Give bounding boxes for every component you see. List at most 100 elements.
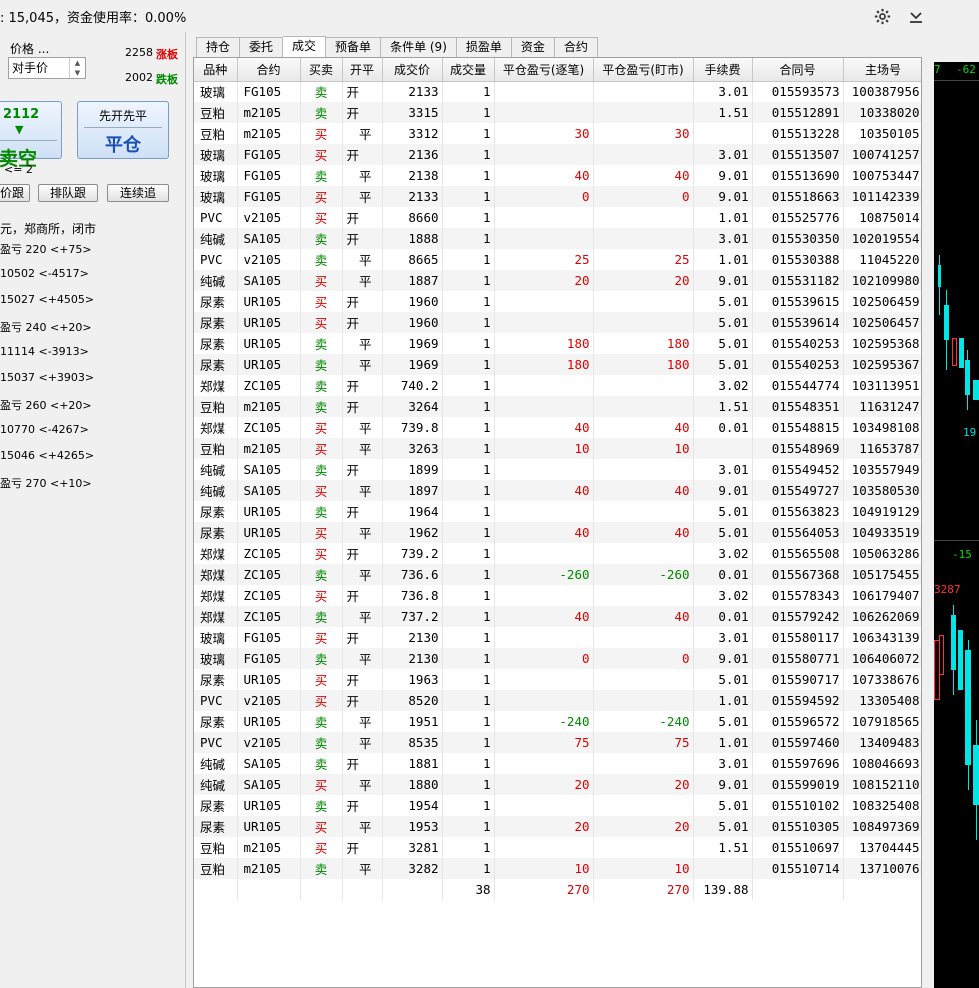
offset-cell: 开: [342, 396, 383, 417]
table-row[interactable]: 豆粕 m2105 卖平 3282 1 10 10 015510714 13710076: [194, 858, 921, 879]
table-row[interactable]: 郑煤 ZC105 卖平 736.6 1 -260 -260 0.01 015567368 1051…: [194, 564, 921, 585]
close-position-button[interactable]: 先开先平 平仓: [77, 101, 169, 159]
table-row[interactable]: 豆粕 m2105 买平 3312 1 30 30 015513228 10350105: [194, 123, 921, 144]
contract-no-cell: 015590717: [752, 669, 844, 690]
column-header[interactable]: 品种: [194, 58, 238, 82]
table-row[interactable]: 郑煤 ZC105 买开 739.2 1 3.02 015565508 105063286: [194, 543, 921, 564]
pnl-log-line: 15027 <+4505>: [0, 293, 95, 306]
exchange-no-cell: 106179407: [843, 585, 921, 606]
close-pnl-trade-cell: [494, 585, 594, 606]
close-pnl-mtm-cell: 40: [593, 165, 694, 186]
volume-cell: 1: [442, 837, 495, 858]
table-row[interactable]: PVC v2105 买开 8520 1 1.01 015594592 13305408: [194, 690, 921, 711]
column-header[interactable]: 合同号: [752, 58, 844, 82]
kline-chart-pane[interactable]: 7 -62 19 -15 / 3287: [934, 20, 979, 988]
table-row[interactable]: 纯碱 SA105 卖开 1899 1 3.01 015549452 103557949: [194, 459, 921, 480]
column-header[interactable]: 成交价: [382, 58, 443, 82]
offset-cell: 平: [342, 816, 383, 837]
table-row[interactable]: 玻璃 FG105 买开 2130 1 3.01 015580117 106343139: [194, 627, 921, 648]
table-row[interactable]: 尿素 UR105 卖开 1964 1 5.01 015563823 104919129: [194, 501, 921, 522]
table-row[interactable]: 豆粕 m2105 买开 3281 1 1.51 015510697 13704445: [194, 837, 921, 858]
price-follow-button[interactable]: 价跟: [0, 184, 30, 202]
close-pnl-trade-cell: [494, 501, 594, 522]
table-row[interactable]: PVC v2105 买开 8660 1 1.01 015525776 10875014: [194, 207, 921, 228]
column-header[interactable]: 平仓盈亏(盯市): [593, 58, 694, 82]
tab-orders[interactable]: 委托: [240, 37, 284, 57]
price-type-select[interactable]: 对手价 ▲ ▼: [8, 57, 86, 79]
close-pnl-trade-cell: [494, 753, 594, 774]
close-pnl-trade-cell: [494, 837, 594, 858]
price-cell: 1953: [382, 816, 443, 837]
table-row[interactable]: 尿素 UR105 买开 1963 1 5.01 015590717 107338676: [194, 669, 921, 690]
candle: [958, 630, 963, 690]
total-cell: 270: [494, 879, 594, 900]
tab-stop-orders[interactable]: 损盈单: [456, 37, 512, 57]
table-row[interactable]: 郑煤 ZC105 买平 739.8 1 40 40 0.01 015548815 10349810…: [194, 417, 921, 438]
price-cell: 3263: [382, 438, 443, 459]
table-row[interactable]: 豆粕 m2105 卖开 3315 1 1.51 015512891 10338020: [194, 102, 921, 123]
table-row[interactable]: 尿素 UR105 卖平 1951 1 -240 -240 5.01 015596572 10791…: [194, 711, 921, 732]
direction-cell: 买: [300, 480, 343, 501]
table-row[interactable]: 玻璃 FG105 买开 2136 1 3.01 015513507 100741257: [194, 144, 921, 165]
table-row[interactable]: 玻璃 FG105 卖平 2130 1 0 0 9.01 015580771 106406072: [194, 648, 921, 669]
offset-cell: 开: [342, 81, 383, 102]
table-row[interactable]: 郑煤 ZC105 卖平 737.2 1 40 40 0.01 015579242 10626206…: [194, 606, 921, 627]
table-row[interactable]: 豆粕 m2105 买平 3263 1 10 10 015548969 11653787: [194, 438, 921, 459]
table-row[interactable]: 尿素 UR105 卖开 1954 1 5.01 015510102 108325408: [194, 795, 921, 816]
tab-trades[interactable]: 成交: [283, 36, 327, 57]
table-row[interactable]: 纯碱 SA105 买平 1887 1 20 20 9.01 015531182 102109980: [194, 270, 921, 291]
account-status-bar: : 15,045，资金使用率：0.00%: [0, 0, 934, 32]
close-pnl-trade-cell: 180: [494, 354, 594, 375]
pnl-log-line: 15037 <+3903>: [0, 371, 95, 384]
table-row[interactable]: 尿素 UR105 卖平 1969 1 180 180 5.01 015540253 1025953…: [194, 333, 921, 354]
column-header[interactable]: 手续费: [693, 58, 753, 82]
close-pnl-mtm-cell: -260: [593, 564, 694, 585]
tab-conditional-orders[interactable]: 条件单 (9): [381, 37, 457, 57]
table-row[interactable]: 纯碱 SA105 卖开 1881 1 3.01 015597696 108046693: [194, 753, 921, 774]
close-pnl-mtm-cell: [593, 795, 694, 816]
table-row[interactable]: 尿素 UR105 买开 1960 1 5.01 015539614 102506457: [194, 312, 921, 333]
direction-cell: 买: [300, 417, 343, 438]
table-row[interactable]: 郑煤 ZC105 买开 736.8 1 3.02 015578343 106179407: [194, 585, 921, 606]
column-header[interactable]: 买卖: [300, 58, 343, 82]
tab-contracts[interactable]: 合约: [554, 37, 598, 57]
column-header[interactable]: 合约: [237, 58, 301, 82]
price-cell: 3282: [382, 858, 443, 879]
trades-table: 品种 合约 买卖 开平 成交价 成交量 平仓盈亏(逐笔) 平仓盈亏(盯市) 手续费 合同号 主场号 …: [194, 58, 921, 900]
table-row[interactable]: 尿素 UR105 买开 1960 1 5.01 015539615 102506459: [194, 291, 921, 312]
table-row[interactable]: 纯碱 SA105 买平 1897 1 40 40 9.01 015549727 103580530: [194, 480, 921, 501]
column-header[interactable]: 开平: [342, 58, 383, 82]
chevron-down-icon[interactable]: [906, 6, 926, 26]
tab-preorders[interactable]: 预备单: [326, 37, 382, 57]
column-header[interactable]: 平仓盈亏(逐笔): [494, 58, 594, 82]
table-row[interactable]: 玻璃 FG105 买平 2133 1 0 0 9.01 015518663 101142339: [194, 186, 921, 207]
column-header[interactable]: 主场号: [843, 58, 921, 82]
table-row[interactable]: 尿素 UR105 买平 1953 1 20 20 5.01 015510305 108497369: [194, 816, 921, 837]
spinner-icon[interactable]: ▲ ▼: [69, 58, 85, 78]
table-row[interactable]: 尿素 UR105 卖平 1969 1 180 180 5.01 015540253 1025953…: [194, 354, 921, 375]
column-header[interactable]: 成交量: [442, 58, 495, 82]
price-cell: 1888: [382, 228, 443, 249]
gear-icon[interactable]: [872, 6, 892, 26]
table-row[interactable]: 玻璃 FG105 卖开 2133 1 3.01 015593573 100387956: [194, 81, 921, 102]
table-row[interactable]: 纯碱 SA105 买平 1880 1 20 20 9.01 015599019 108152110: [194, 774, 921, 795]
close-pnl-mtm-cell: 10: [593, 438, 694, 459]
table-row[interactable]: 玻璃 FG105 卖平 2138 1 40 40 9.01 015513690 100753447: [194, 165, 921, 186]
table-row[interactable]: 尿素 UR105 买平 1962 1 40 40 5.01 015564053 104933519: [194, 522, 921, 543]
contract-no-cell: 015510102: [752, 795, 844, 816]
tab-positions[interactable]: 持仓: [196, 37, 241, 57]
table-row[interactable]: 郑煤 ZC105 卖开 740.2 1 3.02 015544774 103113951: [194, 375, 921, 396]
product-cell: 纯碱: [194, 228, 238, 249]
volume-cell: 1: [442, 396, 495, 417]
table-row[interactable]: 豆粕 m2105 卖开 3264 1 1.51 015548351 11631247: [194, 396, 921, 417]
table-row[interactable]: 纯碱 SA105 卖开 1888 1 3.01 015530350 102019554: [194, 228, 921, 249]
pnl-log-line: 盈亏 270 <+10>: [0, 477, 92, 490]
sell-short-button[interactable]: 2112 ▼ 卖空: [0, 101, 62, 170]
price-cell: 736.6: [382, 564, 443, 585]
continuous-chase-button[interactable]: 连续追: [107, 184, 169, 202]
table-row[interactable]: PVC v2105 卖平 8665 1 25 25 1.01 015530388 11045220: [194, 249, 921, 270]
table-row[interactable]: PVC v2105 卖平 8535 1 75 75 1.01 015597460 13409483: [194, 732, 921, 753]
tab-funds[interactable]: 资金: [511, 37, 555, 57]
queue-follow-button[interactable]: 排队跟: [38, 184, 98, 202]
direction-cell: 卖: [300, 753, 343, 774]
